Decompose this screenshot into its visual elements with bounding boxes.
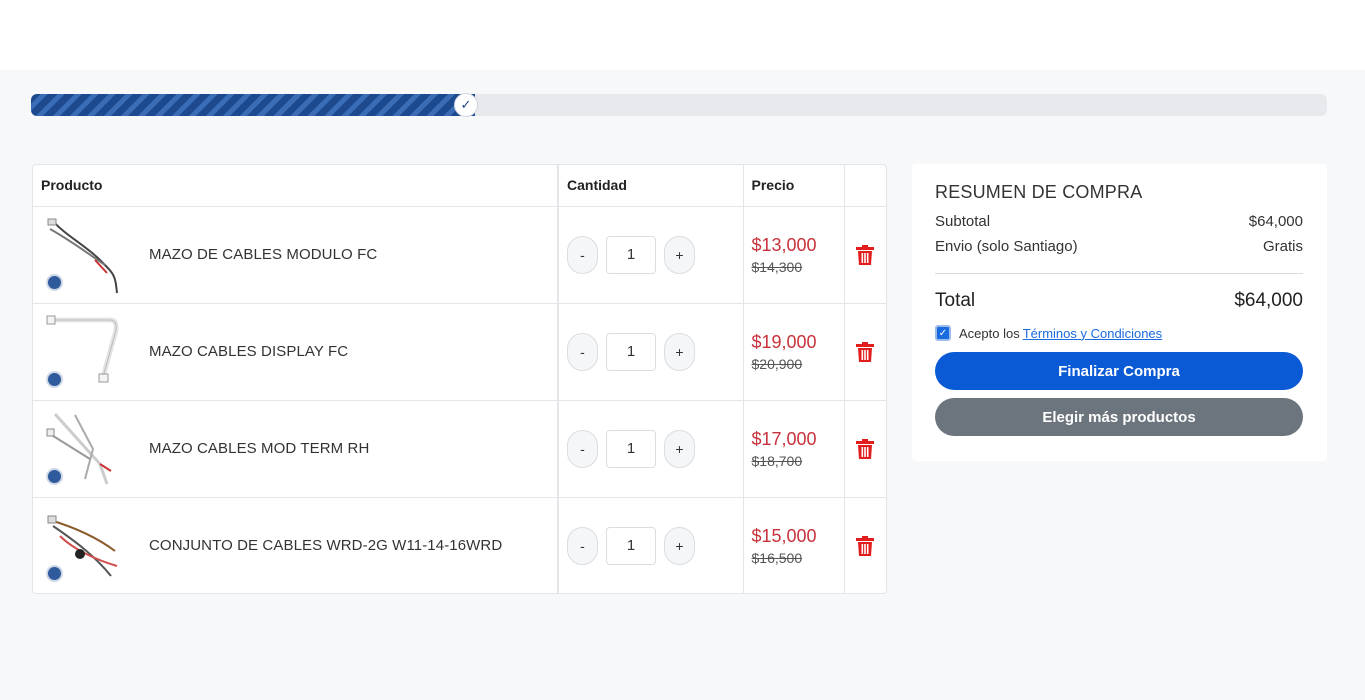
header-actions: [844, 165, 886, 207]
progress-fill: [31, 94, 475, 116]
terms-row: ✓ Acepto los Términos y Condiciones: [935, 325, 1303, 341]
shipping-row: Envio (solo Santiago) Gratis: [935, 238, 1303, 255]
shipping-label: Envio (solo Santiago): [935, 238, 1078, 255]
product-image[interactable]: [45, 409, 121, 489]
subtotal-label: Subtotal: [935, 213, 991, 230]
header-product: Producto: [33, 165, 559, 207]
trash-icon[interactable]: [845, 438, 887, 459]
subtotal-value: $64,000: [1248, 213, 1303, 230]
terms-prefix: Acepto los: [959, 325, 1020, 341]
total-label: Total: [935, 290, 976, 311]
table-row: MAZO CABLES DISPLAY FC - 1 + $19,000 $20…: [33, 303, 887, 401]
trash-icon[interactable]: [845, 244, 887, 265]
quantity-input[interactable]: 1: [606, 429, 656, 468]
terms-link[interactable]: Términos y Condiciones: [1023, 326, 1162, 341]
product-image[interactable]: [45, 312, 121, 392]
quantity-input[interactable]: 1: [606, 332, 656, 371]
product-name[interactable]: MAZO CABLES MOD TERM RH: [149, 440, 369, 457]
header-price: Precio: [743, 165, 845, 207]
product-image[interactable]: [45, 506, 121, 586]
header-quantity: Cantidad: [558, 165, 744, 207]
increase-qty-button[interactable]: +: [664, 526, 695, 565]
continue-shopping-button[interactable]: Elegir más productos: [935, 398, 1303, 436]
quantity-stepper: - 1 +: [559, 332, 743, 371]
quantity-stepper: - 1 +: [559, 526, 743, 565]
decrease-qty-button[interactable]: -: [567, 429, 598, 468]
increase-qty-button[interactable]: +: [664, 332, 695, 371]
top-header: [0, 0, 1365, 70]
table-row: MAZO CABLES MOD TERM RH - 1 + $17,000 $1…: [33, 400, 887, 498]
original-price: $16,500: [751, 549, 803, 566]
quantity-stepper: - 1 +: [559, 429, 743, 468]
sale-price: $19,000: [751, 331, 817, 352]
original-price: $14,300: [751, 258, 803, 275]
shipping-value: Gratis: [1262, 238, 1303, 255]
sale-price: $15,000: [751, 525, 817, 546]
trash-icon[interactable]: [845, 341, 887, 362]
brand-badge-icon: [46, 564, 63, 582]
order-summary-panel: RESUMEN DE COMPRA Subtotal $64,000 Envio…: [912, 164, 1327, 461]
table-row: CONJUNTO DE CABLES WRD-2G W11-14-16WRD -…: [33, 497, 886, 594]
increase-qty-button[interactable]: +: [664, 235, 695, 274]
brand-badge-icon: [46, 273, 63, 291]
checkout-progress-bar: ✓: [31, 93, 1327, 117]
summary-divider: [935, 273, 1303, 274]
cart-table: Producto Cantidad Precio MAZO DE CABLES …: [32, 164, 887, 594]
check-icon: ✓: [454, 93, 478, 117]
product-name[interactable]: CONJUNTO DE CABLES WRD-2G W11-14-16WRD: [149, 537, 502, 554]
original-price: $20,900: [751, 355, 803, 372]
product-image[interactable]: [45, 215, 121, 295]
increase-qty-button[interactable]: +: [664, 429, 695, 468]
terms-checkbox[interactable]: ✓: [935, 325, 951, 341]
decrease-qty-button[interactable]: -: [567, 235, 598, 274]
table-row: MAZO DE CABLES MODULO FC - 1 + $13,000 $…: [33, 206, 887, 304]
subtotal-row: Subtotal $64,000: [935, 213, 1303, 230]
checkout-button[interactable]: Finalizar Compra: [935, 352, 1303, 390]
brand-badge-icon: [46, 370, 63, 388]
total-row: Total $64,000: [935, 290, 1303, 312]
sale-price: $17,000: [751, 428, 817, 449]
brand-badge-icon: [46, 467, 63, 485]
decrease-qty-button[interactable]: -: [567, 332, 598, 371]
original-price: $18,700: [751, 452, 803, 469]
table-header-row: Producto Cantidad Precio: [33, 165, 886, 207]
product-name[interactable]: MAZO CABLES DISPLAY FC: [149, 343, 348, 360]
total-value: $64,000: [1234, 290, 1303, 311]
product-name[interactable]: MAZO DE CABLES MODULO FC: [149, 246, 377, 263]
sale-price: $13,000: [751, 234, 817, 255]
quantity-input[interactable]: 1: [606, 235, 656, 274]
quantity-input[interactable]: 1: [606, 526, 656, 565]
decrease-qty-button[interactable]: -: [567, 526, 598, 565]
quantity-stepper: - 1 +: [559, 235, 743, 274]
trash-icon[interactable]: [845, 535, 887, 556]
summary-title: RESUMEN DE COMPRA: [935, 182, 1143, 202]
